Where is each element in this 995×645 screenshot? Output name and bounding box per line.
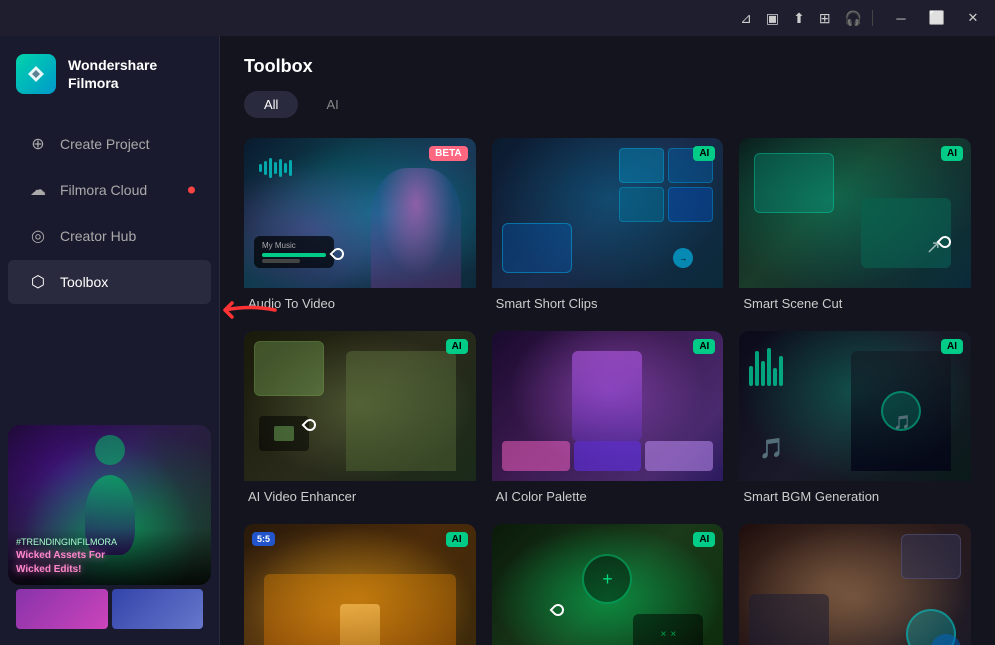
ai-badge: AI xyxy=(693,146,715,161)
upload-icon[interactable]: ⬆ xyxy=(793,10,805,27)
minimize-button[interactable]: ─ xyxy=(887,4,915,32)
navigation-icon[interactable]: ⊿ xyxy=(740,10,752,27)
tool-card-smart-bgm[interactable]: AI 🎵 🎵 Smart BGM Generatio xyxy=(739,331,971,508)
tool-card-smart-scene-cut[interactable]: AI ↗ Smart Scene Cut xyxy=(739,138,971,315)
ai-badge: AI xyxy=(941,339,963,354)
sidebar-item-label: Toolbox xyxy=(60,274,108,290)
tool-card-ai-color-palette[interactable]: AI AI Color Palette xyxy=(492,331,724,508)
tool-thumbnail: AI + ×× xyxy=(492,524,724,645)
page-title: Toolbox xyxy=(244,56,971,77)
sidebar-item-toolbox[interactable]: ⬡ Toolbox xyxy=(8,260,211,304)
tool-card-9[interactable] xyxy=(739,524,971,645)
tool-thumbnail: AI 🎵 🎵 xyxy=(739,331,971,481)
tool-thumbnail: 5:5 AI xyxy=(244,524,476,645)
num-badge: 5:5 xyxy=(252,532,275,546)
tool-card-smart-short-clips[interactable]: AI → Smart Short Clips xyxy=(492,138,724,315)
sidebar-item-create-project[interactable]: ⊕ Create Project xyxy=(8,122,211,166)
tool-thumbnail: AI xyxy=(492,331,724,481)
sidebar-thumb-1[interactable] xyxy=(16,589,108,629)
card-hashtag: #TRENDINGINFILMORA xyxy=(16,537,203,547)
main-content: Toolbox All AI BETA My Music xyxy=(220,36,995,645)
tools-grid: BETA My Music Audio To Video xyxy=(244,138,971,645)
ai-badge: AI xyxy=(446,532,468,547)
waveform-deco xyxy=(259,158,292,178)
notification-dot xyxy=(188,187,195,194)
filter-all-button[interactable]: All xyxy=(244,91,298,118)
ai-badge: AI xyxy=(941,146,963,161)
app-body: WondershareFilmora ⊕ Create Project ☁ Fi… xyxy=(0,36,995,645)
sidebar-item-filmora-cloud[interactable]: ☁ Filmora Cloud xyxy=(8,168,211,212)
sidebar-thumbnails xyxy=(8,585,211,637)
tool-label: Smart BGM Generation xyxy=(739,481,971,508)
tool-thumbnail: AI → xyxy=(492,138,724,288)
sidebar: WondershareFilmora ⊕ Create Project ☁ Fi… xyxy=(0,36,220,645)
ai-badge: AI xyxy=(446,339,468,354)
card-title: Wicked Assets ForWicked Edits! xyxy=(16,549,203,577)
filter-ai-button[interactable]: AI xyxy=(306,91,358,118)
headset-icon[interactable]: 🎧 xyxy=(845,10,862,27)
ai-badge: AI xyxy=(693,532,715,547)
sidebar-item-label: Creator Hub xyxy=(60,228,136,244)
maximize-button[interactable]: ⬜ xyxy=(923,4,951,32)
app-name: WondershareFilmora xyxy=(68,56,157,92)
creator-hub-icon: ◎ xyxy=(28,226,48,246)
sidebar-bottom: #TRENDINGINFILMORA Wicked Assets ForWick… xyxy=(0,417,219,645)
tool-thumbnail: AI xyxy=(244,331,476,481)
screen-icon[interactable]: ▣ xyxy=(766,10,779,27)
window-controls: ─ ⬜ ✕ xyxy=(887,4,987,32)
tool-thumbnail: BETA My Music xyxy=(244,138,476,288)
ai-badge: AI xyxy=(693,339,715,354)
beta-badge: BETA xyxy=(429,146,467,161)
logo-icon xyxy=(16,54,56,94)
toolbox-icon: ⬡ xyxy=(28,272,48,292)
logo-area: WondershareFilmora xyxy=(0,36,219,112)
tool-card-7[interactable]: 5:5 AI xyxy=(244,524,476,645)
title-bar: ⊿ ▣ ⬆ ⊞ 🎧 ─ ⬜ ✕ xyxy=(0,0,995,36)
tool-card-8[interactable]: AI + ×× xyxy=(492,524,724,645)
tool-thumbnail: AI ↗ xyxy=(739,138,971,288)
ui-card-deco: My Music xyxy=(254,236,334,268)
grid-icon[interactable]: ⊞ xyxy=(819,10,831,27)
tool-label: AI Color Palette xyxy=(492,481,724,508)
cloud-icon: ☁ xyxy=(28,180,48,200)
tool-thumbnail xyxy=(739,524,971,645)
sidebar-item-creator-hub[interactable]: ◎ Creator Hub xyxy=(8,214,211,258)
close-button[interactable]: ✕ xyxy=(959,4,987,32)
tool-card-audio-to-video[interactable]: BETA My Music Audio To Video xyxy=(244,138,476,315)
tool-label: Smart Scene Cut xyxy=(739,288,971,315)
tool-label: Smart Short Clips xyxy=(492,288,724,315)
sidebar-thumb-2[interactable] xyxy=(112,589,204,629)
create-project-icon: ⊕ xyxy=(28,134,48,154)
card-text: #TRENDINGINFILMORA Wicked Assets ForWick… xyxy=(8,529,211,585)
sidebar-item-label: Filmora Cloud xyxy=(60,182,147,198)
sidebar-promo-card[interactable]: #TRENDINGINFILMORA Wicked Assets ForWick… xyxy=(8,425,211,585)
tool-label: AI Video Enhancer xyxy=(244,481,476,508)
filter-bar: All AI xyxy=(244,91,971,118)
separator xyxy=(872,10,873,26)
sidebar-item-label: Create Project xyxy=(60,136,149,152)
tool-card-ai-video-enhancer[interactable]: AI AI Video Enhancer xyxy=(244,331,476,508)
title-bar-icons: ⊿ ▣ ⬆ ⊞ 🎧 xyxy=(740,10,862,27)
sidebar-nav: ⊕ Create Project ☁ Filmora Cloud ◎ Creat… xyxy=(0,112,219,417)
tool-label: Audio To Video xyxy=(244,288,476,315)
